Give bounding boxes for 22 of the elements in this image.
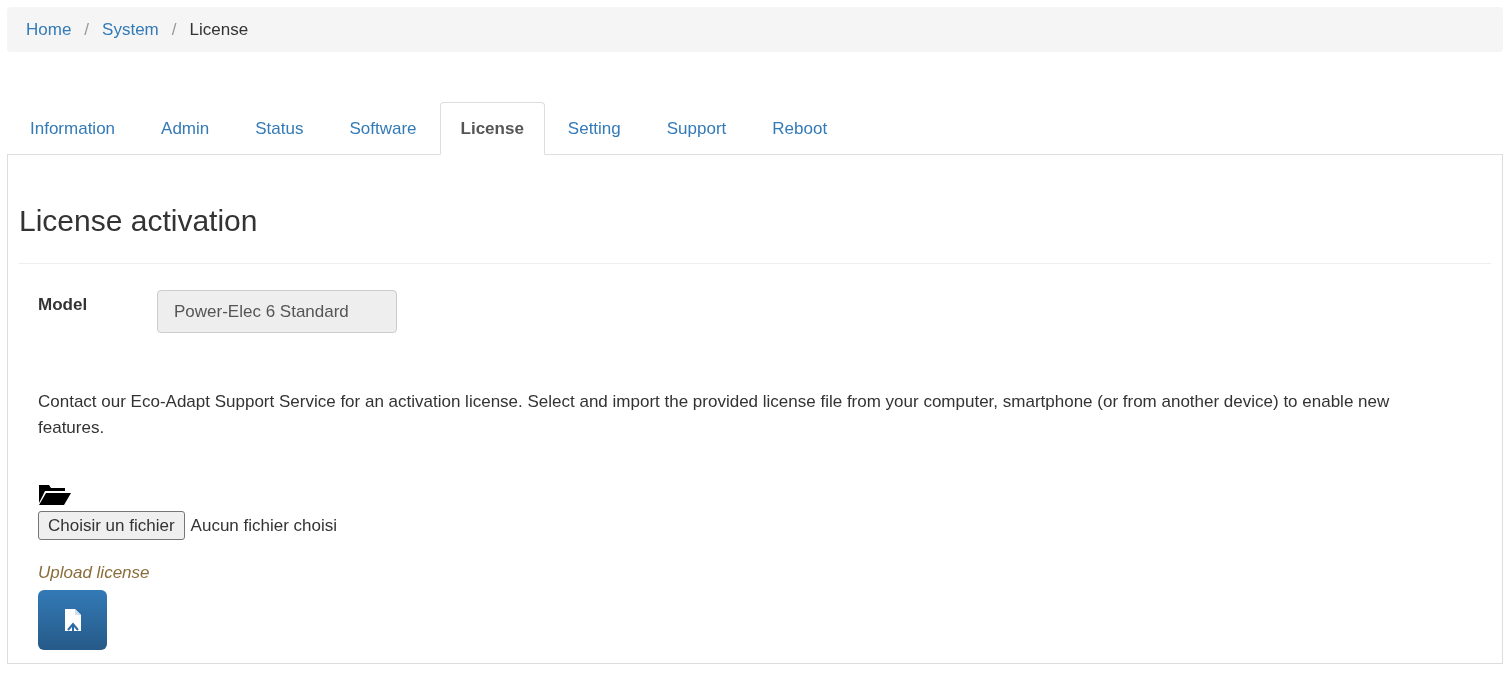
breadcrumb-separator: / (84, 18, 90, 41)
breadcrumb-link[interactable]: System (102, 16, 159, 43)
upload-label: Upload license (38, 562, 151, 584)
field-label: Model (38, 294, 89, 316)
tab[interactable]: Admin (138, 102, 233, 155)
tab[interactable]: Information (7, 102, 139, 155)
upload-button[interactable] (38, 589, 107, 650)
tab[interactable]: Support (643, 102, 750, 155)
file-upload-icon (63, 607, 82, 632)
tab[interactable]: License (439, 102, 545, 155)
tab[interactable]: Reboot (749, 102, 851, 155)
breadcrumb-separator: / (171, 18, 177, 41)
tab[interactable]: Setting (544, 102, 644, 155)
choose-file-button[interactable]: Choisir un fichier (38, 511, 185, 540)
breadcrumb-current: License (189, 18, 249, 41)
file-status-text: Aucun fichier choisi (190, 514, 338, 537)
description-text: Contact our Eco-Adapt Support Service for an activation license. Select and import the provided license file from your computer, smartphone (or from another device) to enable new features. (37, 391, 1391, 439)
folder-icon (38, 483, 71, 505)
page-heading: License activation (19, 203, 259, 239)
breadcrumb-link[interactable]: Home (26, 16, 72, 43)
tab[interactable]: Status (232, 102, 327, 155)
tab[interactable]: Software (326, 102, 440, 155)
